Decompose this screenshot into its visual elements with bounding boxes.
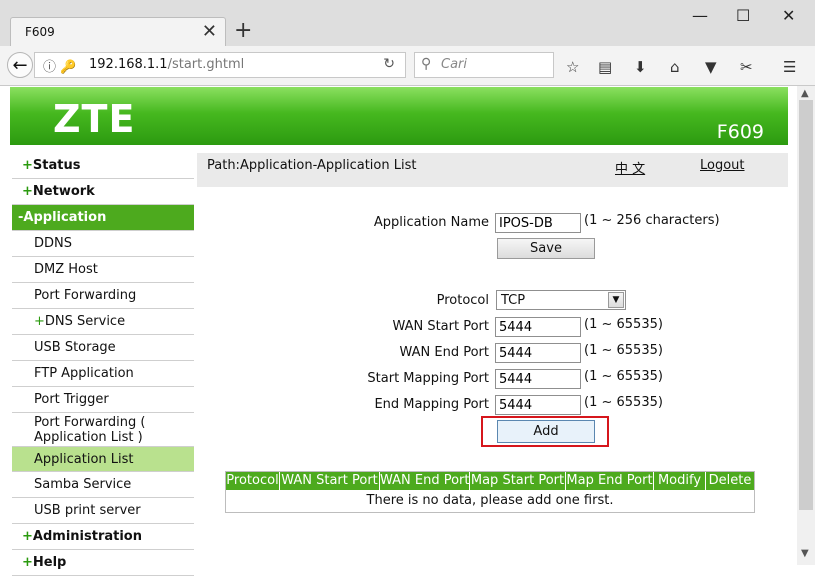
bookmark-star-icon[interactable]: ☆ xyxy=(566,58,579,76)
sidebar-item-port-trigger[interactable]: Port Trigger xyxy=(12,387,194,413)
table-header-cell: WAN End Port xyxy=(380,472,470,490)
sidebar-item-help[interactable]: +Help xyxy=(12,550,194,576)
app-name-hint: (1 ~ 256 characters) xyxy=(584,213,720,228)
maximize-icon[interactable]: ☐ xyxy=(736,6,750,25)
wan-end-input[interactable] xyxy=(495,343,581,363)
pocket-icon[interactable]: ▼ xyxy=(705,58,717,76)
table-header-cell: Delete xyxy=(708,473,752,488)
language-link[interactable]: 中 文 xyxy=(615,158,645,177)
tab-title: F609 xyxy=(25,25,55,39)
map-end-input[interactable] xyxy=(495,395,581,415)
protocol-select[interactable]: TCP ▼ xyxy=(496,290,626,310)
app-name-label: Application Name xyxy=(373,215,489,230)
wan-start-hint: (1 ~ 65535) xyxy=(584,317,663,332)
protocol-value: TCP xyxy=(501,293,526,308)
sidebar-item-application[interactable]: -Application xyxy=(12,205,194,231)
map-start-hint: (1 ~ 65535) xyxy=(584,369,663,384)
download-icon[interactable]: ⬇ xyxy=(634,58,647,76)
header-banner: ZTE F609 xyxy=(10,87,788,145)
sidebar-item-port-forwarding-app-list[interactable]: Port Forwarding ( Application List ) xyxy=(12,413,194,447)
info-icon[interactable]: ⓘ 🔑 xyxy=(43,56,76,75)
table-header-cell: Protocol xyxy=(226,472,280,490)
map-start-input[interactable] xyxy=(495,369,581,389)
screenshot-icon[interactable]: ✂ xyxy=(740,58,753,76)
sidebar-item-ddns[interactable]: DDNS xyxy=(12,231,194,257)
scroll-down-icon[interactable]: ▼ xyxy=(801,548,809,559)
sidebar-item-usb-storage[interactable]: USB Storage xyxy=(12,335,194,361)
browser-navbar: ← ⓘ 🔑 192.168.1.1/start.ghtml ↻ ⚲ Cari ☆… xyxy=(0,46,815,86)
wan-end-label: WAN End Port xyxy=(399,345,489,360)
save-button[interactable]: Save xyxy=(497,238,595,259)
wan-end-hint: (1 ~ 65535) xyxy=(584,343,663,358)
table-header-cell: WAN Start Port xyxy=(280,472,380,490)
close-icon[interactable]: ✕ xyxy=(202,21,217,42)
add-button[interactable]: Add xyxy=(497,420,595,443)
page-scrollbar[interactable]: ▲ ▼ xyxy=(797,86,815,565)
reload-icon[interactable]: ↻ xyxy=(383,56,395,72)
sidebar-item-administration[interactable]: +Administration xyxy=(12,524,194,550)
chevron-down-icon[interactable]: ▼ xyxy=(608,292,624,308)
table-empty-message: There is no data, please add one first. xyxy=(366,493,614,508)
new-tab-icon[interactable]: + xyxy=(234,18,252,43)
sidebar-item-ftp-application[interactable]: FTP Application xyxy=(12,361,194,387)
sidebar-item-status[interactable]: +Status xyxy=(12,153,194,179)
sidebar: +Status +Network -Application DDNS DMZ H… xyxy=(12,153,194,576)
minimize-icon[interactable]: — xyxy=(692,6,708,25)
sidebar-item-network[interactable]: +Network xyxy=(12,179,194,205)
map-end-hint: (1 ~ 65535) xyxy=(584,395,663,410)
sidebar-item-dns-service[interactable]: +DNS Service xyxy=(12,309,194,335)
url-bar[interactable]: ⓘ 🔑 192.168.1.1/start.ghtml ↻ xyxy=(34,52,406,78)
back-icon[interactable]: ← xyxy=(7,52,33,78)
search-box[interactable]: ⚲ Cari xyxy=(414,52,554,78)
scroll-thumb[interactable] xyxy=(799,100,813,510)
table-header-cell: Map Start Port xyxy=(470,472,566,490)
device-model: F609 xyxy=(716,121,764,143)
sidebar-item-port-forwarding[interactable]: Port Forwarding xyxy=(12,283,194,309)
breadcrumb: Path:Application-Application List xyxy=(207,158,417,173)
map-end-label: End Mapping Port xyxy=(374,397,489,412)
menu-icon[interactable]: ☰ xyxy=(783,58,796,76)
map-start-label: Start Mapping Port xyxy=(367,371,489,386)
sidebar-item-application-list[interactable]: Application List xyxy=(12,447,194,472)
home-icon[interactable]: ⌂ xyxy=(670,58,680,76)
browser-titlebar: F609 ✕ + — ☐ ✕ xyxy=(0,0,815,46)
table-header: Protocol WAN Start Port WAN End Port Map… xyxy=(226,472,754,490)
sidebar-item-usb-print-server[interactable]: USB print server xyxy=(12,498,194,524)
table-header-cell: Modify xyxy=(654,472,706,490)
wan-start-input[interactable] xyxy=(495,317,581,337)
search-input[interactable]: Cari xyxy=(441,57,467,72)
scroll-up-icon[interactable]: ▲ xyxy=(801,88,809,99)
window-close-icon[interactable]: ✕ xyxy=(782,6,795,25)
search-icon: ⚲ xyxy=(421,56,432,72)
application-table: Protocol WAN Start Port WAN End Port Map… xyxy=(225,471,755,513)
main-content: Application Name (1 ~ 256 characters) Sa… xyxy=(197,187,788,565)
logout-link[interactable]: Logout xyxy=(700,158,745,173)
url-text[interactable]: 192.168.1.1/start.ghtml xyxy=(89,57,244,72)
zte-logo: ZTE xyxy=(53,97,136,141)
app-name-input[interactable] xyxy=(495,213,581,233)
protocol-label: Protocol xyxy=(436,293,489,308)
sidebar-item-dmz-host[interactable]: DMZ Host xyxy=(12,257,194,283)
table-header-cell: Map End Port xyxy=(566,472,654,490)
reading-list-icon[interactable]: ▤ xyxy=(598,58,612,76)
wan-start-label: WAN Start Port xyxy=(392,319,489,334)
path-bar: Path:Application-Application List 中 文 Lo… xyxy=(197,153,788,187)
browser-tab[interactable]: F609 ✕ xyxy=(10,17,226,46)
sidebar-item-samba-service[interactable]: Samba Service xyxy=(12,472,194,498)
